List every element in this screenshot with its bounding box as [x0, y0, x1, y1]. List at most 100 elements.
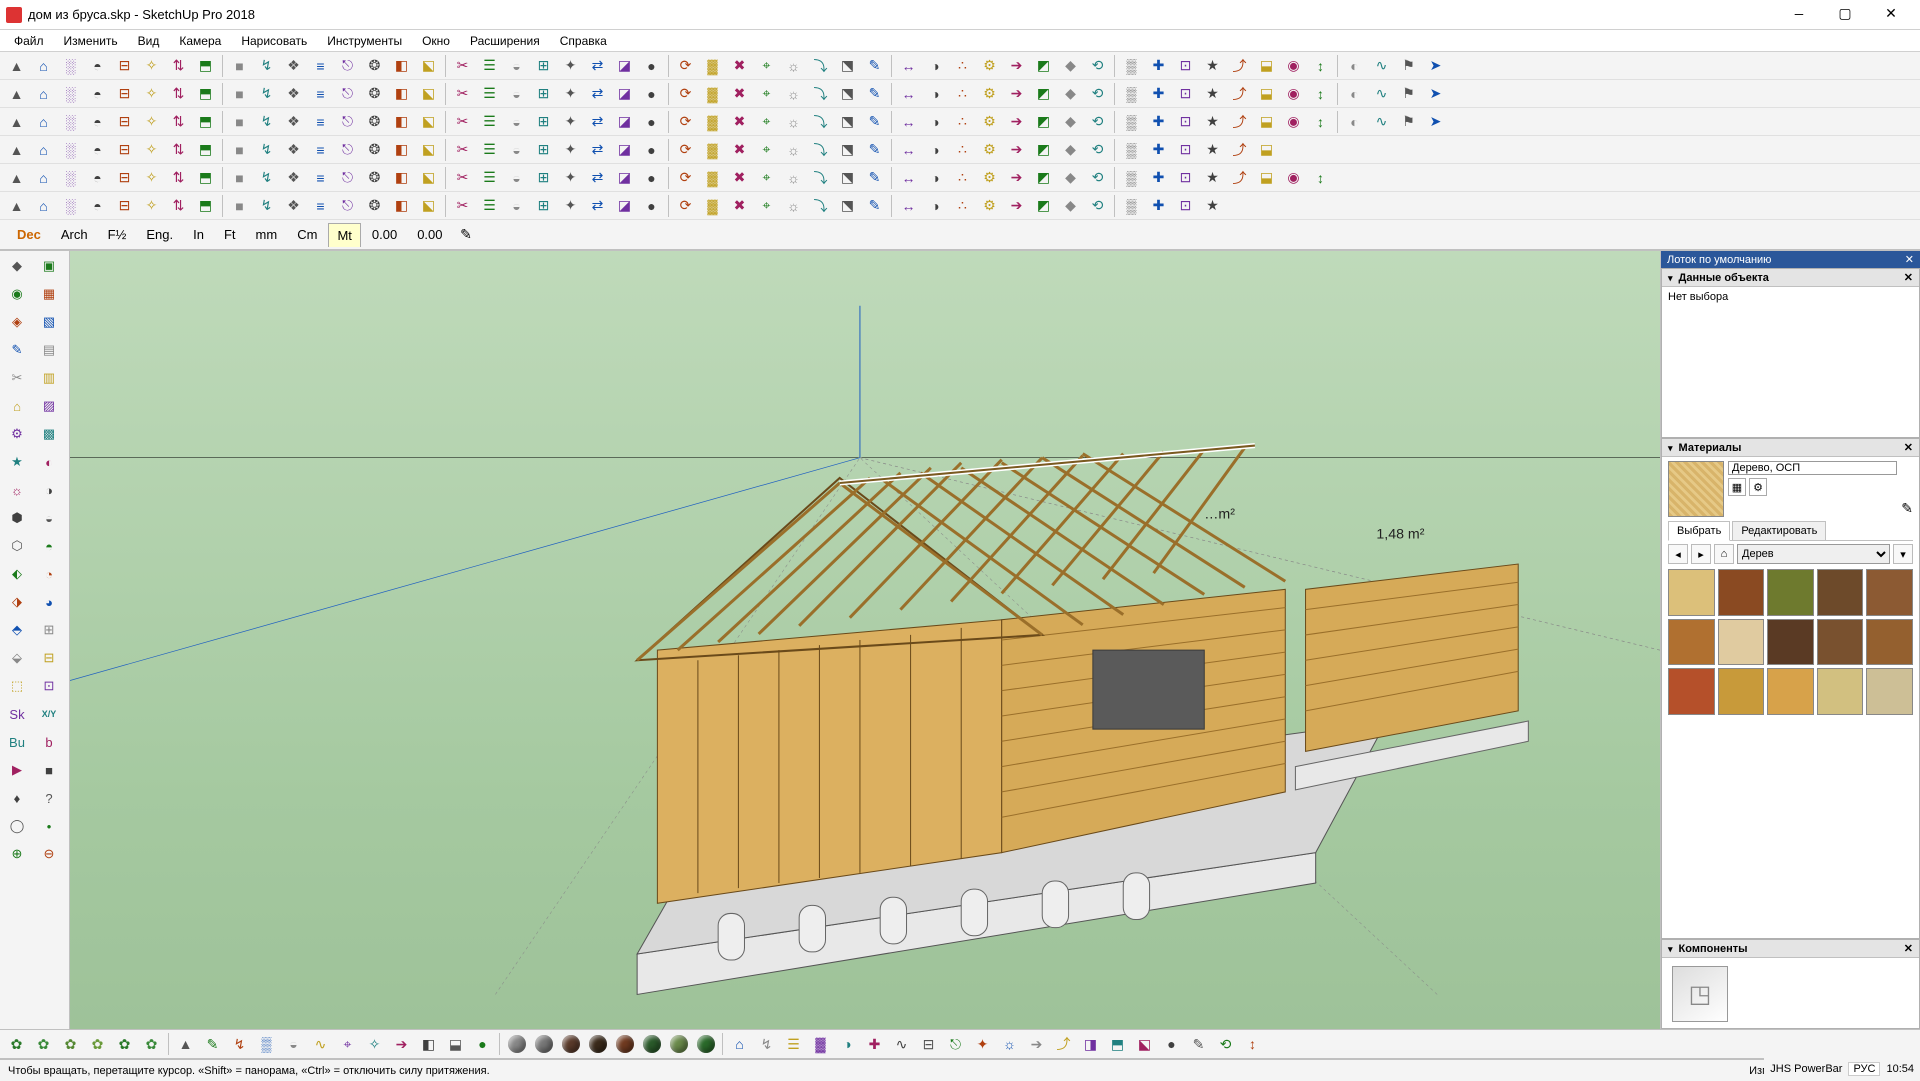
left-tool-button[interactable]: X/Y	[34, 701, 64, 727]
toolbar-button[interactable]: ✧	[139, 165, 164, 190]
toolbar-button[interactable]: ☰	[477, 53, 502, 78]
toolbar-button[interactable]: ◧	[389, 137, 414, 162]
material-swatch[interactable]	[1668, 668, 1715, 715]
toolbar-button[interactable]: ⬕	[416, 193, 441, 218]
left-tool-button[interactable]: ▣	[34, 253, 64, 279]
toolbar-button[interactable]: ⊡	[1173, 109, 1198, 134]
left-tool-button[interactable]: ⊖	[34, 841, 64, 867]
bottom-tool-button[interactable]: ⎋	[943, 1032, 968, 1057]
left-tool-button[interactable]: ◓	[34, 533, 64, 559]
toolbar-button[interactable]: ◒	[504, 165, 529, 190]
material-swatch[interactable]	[1817, 668, 1864, 715]
toolbar-button[interactable]: ◧	[389, 165, 414, 190]
bottom-tool-button[interactable]: ✚	[862, 1032, 887, 1057]
toolbar-button[interactable]: ⇅	[166, 165, 191, 190]
toolbar-button[interactable]: ⬔	[835, 81, 860, 106]
toolbar-button[interactable]: ◩	[1031, 137, 1056, 162]
toolbar-button[interactable]: ⊟	[112, 165, 137, 190]
toolbar-button[interactable]: ⊞	[531, 109, 556, 134]
toolbar-button[interactable]: ∴	[950, 81, 975, 106]
toolbar-button[interactable]: ✚	[1146, 109, 1171, 134]
toolbar-button[interactable]: ⤵	[808, 193, 833, 218]
left-tool-button[interactable]: ◔	[34, 561, 64, 587]
toolbar-button[interactable]: ▲	[4, 165, 29, 190]
toolbar-button[interactable]: ✧	[139, 81, 164, 106]
toolbar-button[interactable]: ✚	[1146, 137, 1171, 162]
toolbar-button[interactable]: ↯	[254, 193, 279, 218]
left-tool-button[interactable]: ⊟	[34, 645, 64, 671]
toolbar-button[interactable]: ◪	[612, 193, 637, 218]
material-home-icon[interactable]: ⌂	[1714, 544, 1734, 564]
left-tool-button[interactable]: ⬙	[2, 645, 32, 671]
toolbar-button[interactable]: ❂	[362, 109, 387, 134]
material-swatch[interactable]	[1817, 619, 1864, 666]
material-swatch[interactable]	[1866, 668, 1913, 715]
bottom-sphere-button[interactable]	[693, 1032, 718, 1057]
toolbar-button[interactable]: ◪	[612, 165, 637, 190]
toolbar-button[interactable]: ⚙	[977, 137, 1002, 162]
material-swatch[interactable]	[1718, 619, 1765, 666]
unit-tab-dec[interactable]: Dec	[8, 222, 50, 247]
material-back-icon[interactable]: ◂	[1668, 544, 1688, 564]
material-swatch[interactable]	[1767, 619, 1814, 666]
toolbar-button[interactable]: ◓	[85, 165, 110, 190]
toolbar-button[interactable]: ↔	[896, 165, 921, 190]
bottom-plant-button[interactable]: ✿	[31, 1032, 56, 1057]
toolbar-button[interactable]: ◩	[1031, 53, 1056, 78]
toolbar-button[interactable]: ⬕	[416, 137, 441, 162]
toolbar-button[interactable]: ⊞	[531, 137, 556, 162]
toolbar-button[interactable]: ◩	[1031, 109, 1056, 134]
toolbar-button[interactable]: ❂	[362, 81, 387, 106]
toolbar-button[interactable]: ✖	[727, 165, 752, 190]
toolbar-button[interactable]: ↕	[1308, 109, 1333, 134]
toolbar-button[interactable]: ✚	[1146, 53, 1171, 78]
material-category-select[interactable]: Дерев	[1737, 544, 1890, 564]
toolbar-button[interactable]: ≡	[308, 81, 333, 106]
toolbar-button[interactable]: ⟲	[1085, 165, 1110, 190]
menu-extensions[interactable]: Расширения	[460, 30, 550, 51]
bottom-tool-button[interactable]: ⌂	[727, 1032, 752, 1057]
materials-close-icon[interactable]: ✕	[1904, 441, 1913, 454]
toolbar-button[interactable]: ░	[58, 193, 83, 218]
toolbar-button[interactable]: ▒	[1119, 165, 1144, 190]
bottom-tool-button[interactable]: ◑	[835, 1032, 860, 1057]
toolbar-button[interactable]: ⌂	[31, 109, 56, 134]
toolbar-button[interactable]: ⟲	[1085, 193, 1110, 218]
toolbar-button[interactable]: ✂	[450, 137, 475, 162]
toolbar-button[interactable]: ▲	[4, 81, 29, 106]
toolbar-button[interactable]: ░	[58, 165, 83, 190]
bottom-tool-button[interactable]: ↯	[227, 1032, 252, 1057]
toolbar-button[interactable]: ●	[639, 165, 664, 190]
toolbar-button[interactable]: ★	[1200, 193, 1225, 218]
menu-window[interactable]: Окно	[412, 30, 460, 51]
toolbar-button[interactable]: ✧	[139, 137, 164, 162]
toolbar-button[interactable]: ◑	[923, 53, 948, 78]
toolbar-button[interactable]: ⌂	[31, 137, 56, 162]
toolbar-button[interactable]: ❖	[281, 53, 306, 78]
toolbar-button[interactable]: ✦	[558, 137, 583, 162]
toolbar-button[interactable]: ⇄	[585, 193, 610, 218]
toolbar-button[interactable]: ∴	[950, 193, 975, 218]
toolbar-button[interactable]: ⬓	[1254, 137, 1279, 162]
toolbar-button[interactable]: ✎	[862, 193, 887, 218]
toolbar-button[interactable]: ∴	[950, 109, 975, 134]
left-tool-button[interactable]: ⌂	[2, 393, 32, 419]
window-close-button[interactable]: ✕	[1868, 0, 1914, 30]
bottom-plant-button[interactable]: ✿	[58, 1032, 83, 1057]
toolbar-button[interactable]: ◆	[1058, 165, 1083, 190]
toolbar-button[interactable]: ⌖	[754, 109, 779, 134]
toolbar-button[interactable]: ◆	[1058, 109, 1083, 134]
toolbar-button[interactable]: ⊟	[112, 109, 137, 134]
toolbar-button[interactable]: ▒	[1119, 109, 1144, 134]
bottom-tool-button[interactable]: ✦	[970, 1032, 995, 1057]
toolbar-button[interactable]: ⊞	[531, 165, 556, 190]
toolbar-button[interactable]: ◆	[1058, 137, 1083, 162]
toolbar-button[interactable]: ◉	[1281, 165, 1306, 190]
toolbar-button[interactable]: ◑	[923, 165, 948, 190]
toolbar-button[interactable]: ◩	[1031, 165, 1056, 190]
toolbar-button[interactable]: ⊡	[1173, 53, 1198, 78]
toolbar-button[interactable]: ❂	[362, 165, 387, 190]
toolbar-button[interactable]: ∿	[1369, 53, 1394, 78]
bottom-tool-button[interactable]: ▓	[808, 1032, 833, 1057]
toolbar-button[interactable]: ▲	[4, 109, 29, 134]
